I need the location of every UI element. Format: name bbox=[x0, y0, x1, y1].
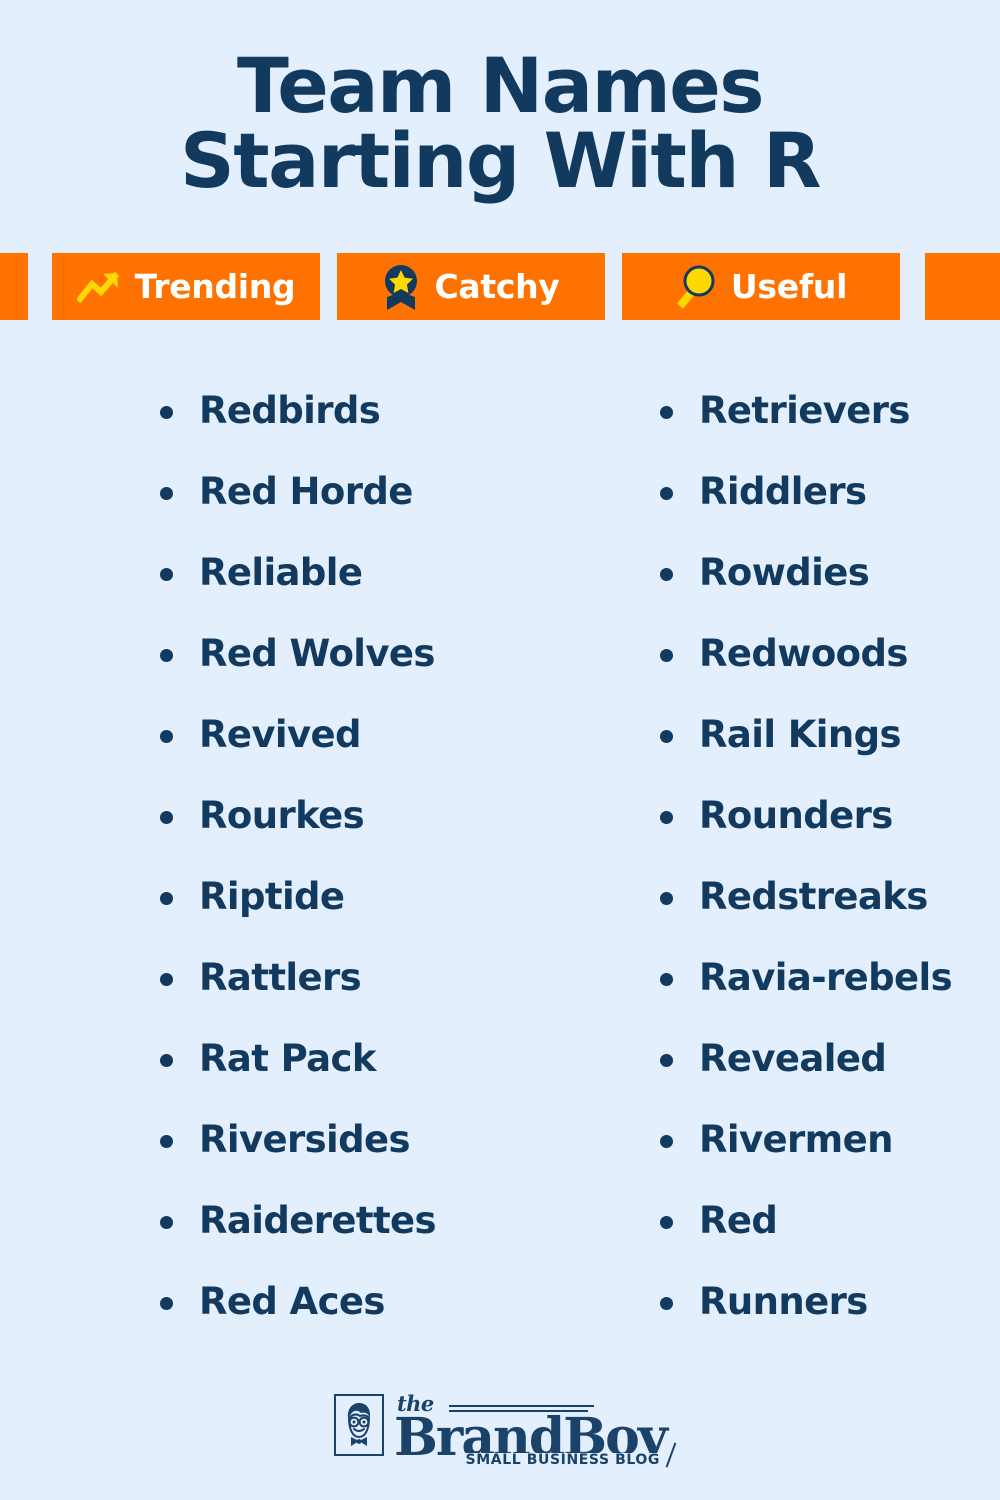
badge-catchy-label: Catchy bbox=[434, 267, 560, 306]
bullet-icon bbox=[660, 649, 673, 662]
list-item-label: Runners bbox=[699, 1280, 868, 1323]
badge-trending-label: Trending bbox=[134, 267, 296, 306]
right-column: Retrievers Riddlers Rowdies Redwoods Rai… bbox=[127, 392, 953, 1364]
bullet-icon bbox=[660, 1054, 673, 1067]
bullet-icon bbox=[660, 730, 673, 743]
list-item-label: Rounders bbox=[699, 794, 893, 837]
logo-slash-accent bbox=[665, 1442, 677, 1468]
trending-up-icon bbox=[75, 270, 121, 304]
list-item-label: Redstreaks bbox=[699, 875, 928, 918]
list-item-label: Rail Kings bbox=[699, 713, 902, 756]
badge-useful[interactable]: Useful bbox=[622, 253, 900, 320]
name-lists: Redbirds Red Horde Reliable Red Wolves R… bbox=[0, 392, 1000, 1364]
list-item-label: Redwoods bbox=[699, 632, 908, 675]
list-item-label: Revealed bbox=[699, 1037, 887, 1080]
bullet-icon bbox=[660, 892, 673, 905]
logo-the: the bbox=[396, 1391, 434, 1416]
badge-strip-left-edge bbox=[0, 253, 28, 320]
footer: the BrandBoy SMALL BUSINESS BLOG bbox=[0, 1391, 1000, 1468]
logo-rule-lines bbox=[448, 1405, 594, 1415]
magnifying-glass-icon bbox=[675, 264, 717, 310]
brandboy-logo[interactable]: the BrandBoy SMALL BUSINESS BLOG bbox=[333, 1391, 677, 1468]
bullet-icon bbox=[660, 487, 673, 500]
award-ribbon-icon bbox=[382, 263, 420, 311]
bullet-icon bbox=[660, 568, 673, 581]
bullet-icon bbox=[660, 811, 673, 824]
badge-catchy[interactable]: Catchy bbox=[337, 253, 605, 320]
list-item-label: Retrievers bbox=[699, 389, 910, 432]
bullet-icon bbox=[660, 1135, 673, 1148]
boy-face-icon bbox=[333, 1394, 384, 1456]
badge-strip-right-edge bbox=[925, 253, 1000, 320]
badge-bar: Trending Catchy Useful bbox=[0, 253, 1000, 320]
list-item-label: Rivermen bbox=[699, 1118, 893, 1161]
list-item-label: Ravia-rebels bbox=[699, 956, 953, 999]
list-item-label: Red bbox=[699, 1199, 778, 1242]
bullet-icon bbox=[660, 1216, 673, 1229]
title-heading: Team Names Starting With R bbox=[0, 41, 1000, 206]
badge-trending[interactable]: Trending bbox=[52, 253, 320, 320]
logo-wordmark: the BrandBoy SMALL BUSINESS BLOG bbox=[394, 1391, 677, 1468]
list-item-label: Rowdies bbox=[699, 551, 870, 594]
list-item-label: Riddlers bbox=[699, 470, 867, 513]
bullet-icon bbox=[660, 406, 673, 419]
logo-tagline: SMALL BUSINESS BLOG bbox=[461, 1453, 661, 1467]
badge-useful-label: Useful bbox=[730, 267, 848, 306]
title-line-1: Team Names bbox=[236, 41, 765, 130]
bullet-icon bbox=[660, 1297, 673, 1310]
page-title: Team Names Starting With R bbox=[0, 0, 1000, 198]
title-line-2: Starting With R bbox=[180, 116, 821, 206]
bullet-icon bbox=[660, 973, 673, 986]
